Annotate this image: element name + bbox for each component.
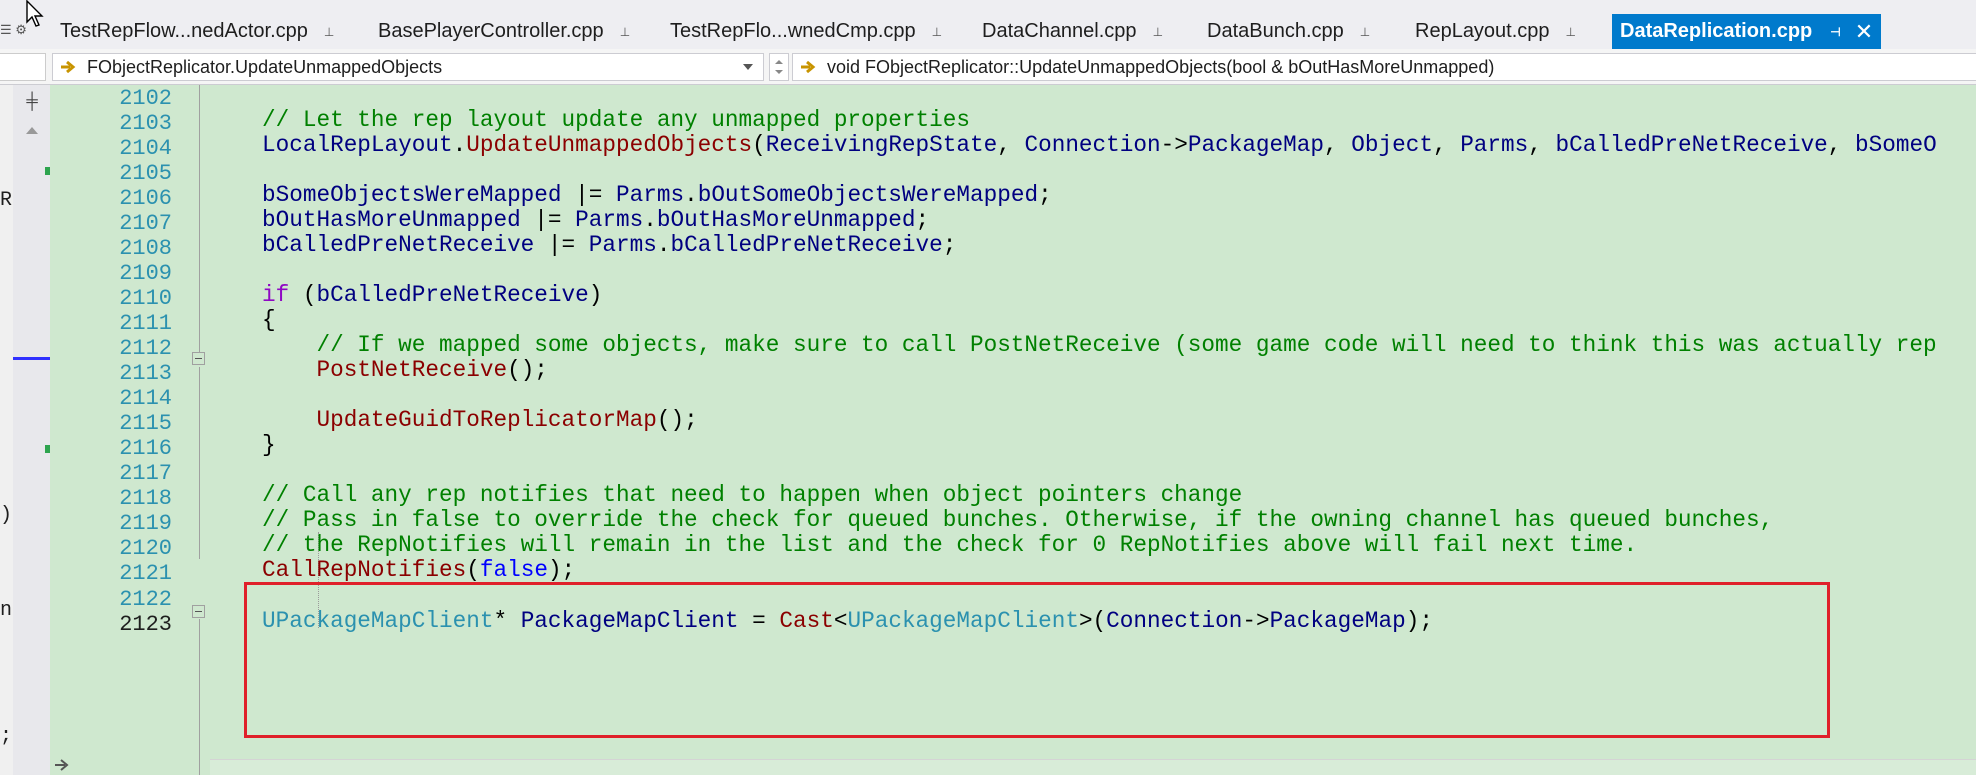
code-token: ->	[1160, 131, 1188, 158]
code-token: bCalledPreNetReceive	[1555, 131, 1828, 158]
code-line[interactable]: if (bCalledPreNetReceive)	[262, 280, 602, 311]
scope-label: FObjectReplicator.UpdateUnmappedObjects	[87, 56, 443, 77]
glyph-margin	[50, 85, 76, 775]
solution-explorer-edge: R ) n ;	[0, 85, 13, 775]
mouse-cursor-icon	[26, 0, 44, 27]
code-token: bCalledPreNetReceive	[316, 281, 589, 308]
collapse-region-icon[interactable]	[192, 352, 205, 365]
code-token: Object	[1351, 131, 1433, 158]
clipped-text: n	[0, 599, 13, 622]
code-token: ,	[1528, 131, 1556, 158]
code-token: (	[466, 557, 480, 584]
code-line[interactable]: UpdateGuidToReplicatorMap();	[262, 405, 698, 436]
code-token: (	[289, 281, 317, 308]
chevron-up-icon	[775, 60, 783, 64]
code-token: ,	[1432, 131, 1461, 158]
tab-label: TestRepFlo...wnedCmp.cpp	[670, 20, 916, 42]
nav-splitter-button[interactable]	[769, 53, 789, 81]
scroll-up-arrow-icon[interactable]	[26, 127, 38, 134]
current-line-highlight	[210, 759, 1976, 775]
code-token: ReceivingRepState	[765, 131, 998, 158]
code-line[interactable]: LocalRepLayout.UpdateUnmappedObjects(Rec…	[262, 130, 1937, 161]
code-token: .	[452, 131, 467, 158]
tab-overflow-icon[interactable]: ☰ ⚙	[0, 22, 27, 38]
code-token: ,	[997, 131, 1025, 158]
project-dropdown[interactable]	[0, 53, 46, 81]
code-token: .	[656, 231, 671, 258]
code-token: PackageMap	[1187, 131, 1325, 158]
document-tab-strip: ☰ ⚙ TestRepFlow...nedActor.cpp ⊥ BasePla…	[0, 0, 1976, 49]
code-line[interactable]: }	[262, 430, 276, 461]
pin-icon[interactable]: ⊣	[1830, 25, 1840, 39]
code-token: PostNetReceive	[316, 357, 508, 384]
code-token: ;	[942, 231, 957, 258]
split-window-icon[interactable]: ╪	[22, 93, 42, 111]
outlining-line	[199, 619, 200, 775]
chevron-down-icon	[743, 64, 753, 70]
current-statement-arrow-icon	[55, 759, 69, 771]
code-token: bCalledPreNetReceive	[670, 231, 943, 258]
code-token: |=	[534, 231, 589, 258]
line-number: 2123	[119, 611, 172, 637]
pin-icon[interactable]: ⊥	[1566, 25, 1576, 39]
code-token: }	[262, 432, 276, 459]
tab-datareplication[interactable]: DataReplication.cpp ⊣ ✕	[1612, 14, 1882, 49]
code-token: Connection	[1024, 131, 1161, 158]
code-line[interactable]: bCalledPreNetReceive |= Parms.bCalledPre…	[262, 230, 956, 261]
code-token: CallRepNotifies	[262, 557, 467, 584]
member-label: void FObjectReplicator::UpdateUnmappedOb…	[827, 56, 1495, 77]
member-dropdown[interactable]: void FObjectReplicator::UpdateUnmappedOb…	[792, 53, 1976, 81]
code-token: )	[588, 281, 603, 308]
code-token: ();	[656, 407, 698, 434]
code-token: ;	[1038, 181, 1052, 208]
tab-replayout[interactable]: RepLayout.cpp ⊥	[1415, 14, 1576, 49]
scrollbar-thumb[interactable]	[13, 357, 50, 360]
tab-label: DataReplication.cpp	[1620, 20, 1813, 42]
code-token: ();	[507, 357, 548, 384]
code-token: ,	[1827, 131, 1856, 158]
chevron-down-icon	[775, 70, 783, 74]
code-token: Parms	[1460, 131, 1529, 158]
code-token: false	[479, 557, 548, 584]
scope-dropdown[interactable]: FObjectReplicator.UpdateUnmappedObjects	[52, 53, 764, 81]
function-icon	[61, 61, 76, 73]
code-token: UpdateGuidToReplicatorMap	[316, 407, 657, 434]
code-token: Parms	[588, 231, 657, 258]
clipped-text: ;	[0, 725, 13, 748]
outlining-line	[199, 85, 200, 355]
navigation-bar: FObjectReplicator.UpdateUnmappedObjects …	[0, 49, 1976, 85]
code-line[interactable]: PostNetReceive();	[262, 355, 548, 386]
pin-icon[interactable]: ⊥	[1360, 25, 1370, 39]
tab-label: TestRepFlow...nedActor.cpp	[60, 20, 308, 42]
annotation-highlight-box	[244, 582, 1830, 738]
pin-icon[interactable]: ⊥	[932, 25, 942, 39]
collapse-region-icon[interactable]	[192, 605, 205, 618]
code-token: bSomeO	[1855, 131, 1937, 158]
tab-baseplayercontroller[interactable]: BasePlayerController.cpp ⊥	[378, 14, 630, 49]
code-token: LocalRepLayout	[262, 131, 453, 158]
code-token: ,	[1324, 131, 1352, 158]
code-token: UpdateUnmappedObjects	[466, 131, 753, 158]
vertical-scrollbar[interactable]: ╪	[13, 85, 50, 775]
clipped-text: R	[0, 189, 13, 212]
pin-icon[interactable]: ⊥	[1153, 25, 1163, 39]
function-icon	[801, 61, 816, 73]
pin-icon[interactable]: ⊥	[620, 25, 630, 39]
code-token: (	[752, 131, 766, 158]
tab-label: DataChannel.cpp	[982, 20, 1137, 42]
tab-datachannel[interactable]: DataChannel.cpp ⊥	[982, 14, 1163, 49]
tab-label: BasePlayerController.cpp	[378, 20, 604, 42]
clipped-text: )	[0, 504, 13, 527]
tab-label: RepLayout.cpp	[1415, 20, 1550, 42]
tab-label: DataBunch.cpp	[1207, 20, 1344, 42]
outlining-line	[199, 367, 200, 559]
pin-icon[interactable]: ⊥	[324, 25, 334, 39]
tab-databunch[interactable]: DataBunch.cpp ⊥	[1207, 14, 1370, 49]
tab-testrepflo-wnedcmp[interactable]: TestRepFlo...wnedCmp.cpp ⊥	[670, 14, 942, 49]
close-icon[interactable]: ✕	[1855, 19, 1873, 45]
tab-testrepflow-nedactor[interactable]: TestRepFlow...nedActor.cpp ⊥	[60, 14, 334, 49]
code-token: );	[547, 557, 576, 584]
code-token: bCalledPreNetReceive	[262, 231, 535, 258]
